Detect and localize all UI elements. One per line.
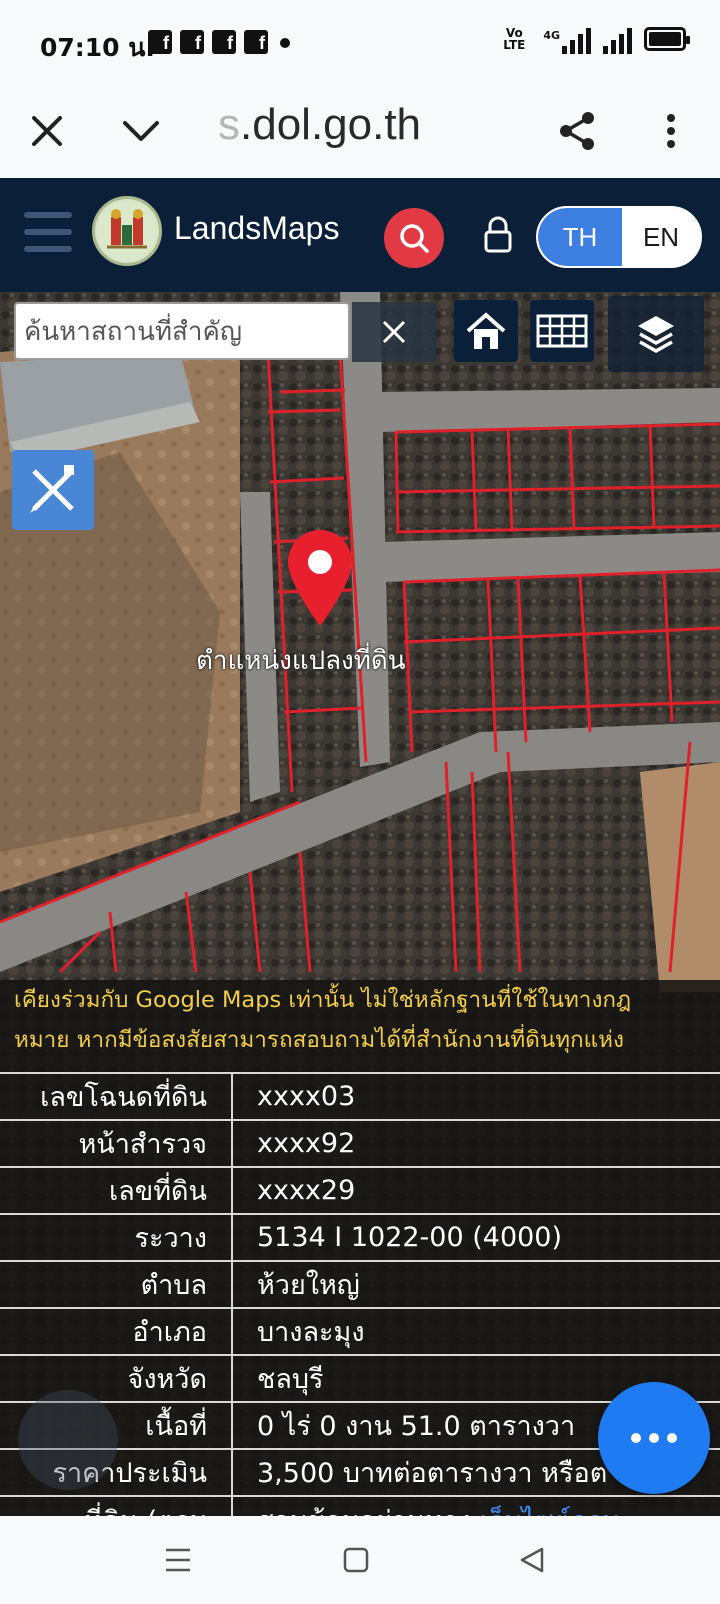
url-text[interactable]: s.dol.go.th	[218, 100, 421, 150]
property-value-text: 5134 I 1022-00 (4000)	[257, 1222, 563, 1253]
share-button[interactable]	[550, 104, 604, 158]
share-icon	[560, 112, 594, 150]
volte-label: Vo LTE	[503, 26, 526, 52]
clear-search-button[interactable]	[352, 302, 436, 362]
table-row: จังหวัด ชลบุรี	[0, 1354, 720, 1402]
property-value-text: xxxx29	[257, 1175, 356, 1206]
property-label: อำเภอ	[0, 1307, 233, 1355]
network-type: 4G	[543, 29, 560, 42]
property-value: xxxx03	[232, 1072, 720, 1120]
back-triangle-icon	[520, 1547, 544, 1573]
facebook-icon: f	[212, 30, 236, 54]
property-label: หน้าสำรวจ	[0, 1119, 233, 1167]
disclaimer-text: เคียงร่วมกับ Google Maps เท่านั้น ไม่ใช่…	[0, 980, 720, 1060]
property-value-text: xxxx92	[257, 1128, 356, 1159]
menu-button[interactable]	[24, 212, 72, 252]
close-icon	[382, 320, 406, 344]
back-button[interactable]	[510, 1538, 554, 1582]
notification-icons: f f f f	[148, 30, 290, 54]
table-row: ตำบล ห้วยใหญ่	[0, 1260, 720, 1308]
signal-icon-2	[603, 24, 632, 54]
language-toggle[interactable]: TH EN	[536, 206, 702, 268]
browser-toolbar: s.dol.go.th	[0, 84, 720, 178]
table-row: ระวาง 5134 I 1022-00 (4000)	[0, 1213, 720, 1261]
login-button[interactable]	[480, 214, 516, 256]
grid-button[interactable]	[530, 300, 594, 362]
app-header: LandsMaps TH EN	[0, 178, 720, 292]
property-label: จังหวัด	[0, 1354, 233, 1402]
chat-fab-button[interactable]	[598, 1382, 710, 1494]
home-nav-button[interactable]	[334, 1538, 378, 1582]
search-button[interactable]	[384, 208, 444, 268]
facebook-icon: f	[148, 30, 172, 54]
property-value-text: ห้วยใหญ่	[257, 1270, 360, 1301]
disclaimer-line-2: หมาย หากมีข้อสงสัยสามารถสอบถามได้ที่สำนั…	[14, 1027, 624, 1053]
map-pin-icon	[288, 530, 352, 626]
property-label: ตำบล	[0, 1260, 233, 1308]
home-icon	[466, 312, 506, 349]
recent-apps-button[interactable]	[156, 1538, 200, 1582]
property-value: 5134 I 1022-00 (4000)	[232, 1213, 720, 1261]
property-value: บางละมุง	[232, 1307, 720, 1355]
property-value-text: ชลบุรี	[257, 1364, 324, 1395]
more-notifications-dot	[280, 38, 290, 48]
chevron-down-icon	[123, 121, 159, 141]
fab-dot	[631, 1433, 641, 1443]
property-value: xxxx29	[232, 1166, 720, 1214]
status-bar: 07:10 น. f f f f Vo LTE 4G	[0, 0, 720, 84]
home-button[interactable]	[454, 300, 518, 362]
more-options-button[interactable]	[644, 104, 698, 158]
signal-icon-1: 4G	[543, 24, 591, 54]
table-row: เลขโฉนดที่ดิน xxxx03	[0, 1072, 720, 1120]
table-row: หน้าสำรวจ xxxx92	[0, 1119, 720, 1167]
pin-label: ตำแหน่งแปลงที่ดิน	[196, 646, 406, 676]
close-icon	[32, 116, 62, 146]
measure-tool-button[interactable]	[12, 450, 94, 530]
fab-dot	[667, 1433, 677, 1443]
collapse-button[interactable]	[114, 104, 168, 158]
lang-th-button[interactable]: TH	[538, 208, 622, 266]
property-value: ห้วยใหญ่	[232, 1260, 720, 1308]
more-vert-icon	[667, 114, 675, 148]
facebook-icon: f	[244, 30, 268, 54]
fab-dot	[649, 1433, 659, 1443]
layers-button[interactable]	[608, 296, 704, 372]
status-time: 07:10 น.	[40, 33, 155, 62]
place-search-input[interactable]: ค้นหาสถานที่สำคัญ	[14, 302, 350, 360]
brand-title: LandsMaps	[174, 210, 340, 246]
layers-icon	[638, 316, 674, 354]
search-icon	[400, 224, 429, 253]
lang-en-button[interactable]: EN	[622, 208, 700, 266]
disclaimer-line-1: เคียงร่วมกับ Google Maps เท่านั้น ไม่ใช่…	[14, 987, 632, 1013]
grid-icon	[536, 314, 588, 348]
square-icon	[343, 1547, 369, 1573]
close-tab-button[interactable]	[20, 104, 74, 158]
table-row: เลขที่ดิน xxxx29	[0, 1166, 720, 1214]
info-button[interactable]	[18, 1390, 118, 1490]
property-value-text: 3,500 บาทต่อตารางวา หรือต	[257, 1458, 608, 1489]
facebook-icon: f	[180, 30, 204, 54]
property-value: xxxx92	[232, 1119, 720, 1167]
lock-icon	[484, 216, 512, 253]
property-value-text: บางละมุง	[257, 1317, 365, 1348]
battery-icon	[644, 27, 690, 51]
property-label: ระวาง	[0, 1213, 233, 1261]
property-label: เลขที่ดิน	[0, 1166, 233, 1214]
table-row: อำเภอ บางละมุง	[0, 1307, 720, 1355]
system-navigation-bar	[0, 1516, 720, 1604]
status-indicators: Vo LTE 4G	[497, 24, 690, 54]
parcel-location-pin[interactable]	[284, 528, 356, 628]
menu-lines-icon	[166, 1548, 190, 1572]
property-value-text: xxxx03	[257, 1081, 356, 1112]
property-label: เลขโฉนดที่ดิน	[0, 1072, 233, 1120]
ruler-pencil-icon	[30, 465, 74, 513]
department-logo	[92, 196, 162, 266]
property-value-text: 0 ไร่ 0 งาน 51.0 ตารางวา	[257, 1411, 576, 1442]
